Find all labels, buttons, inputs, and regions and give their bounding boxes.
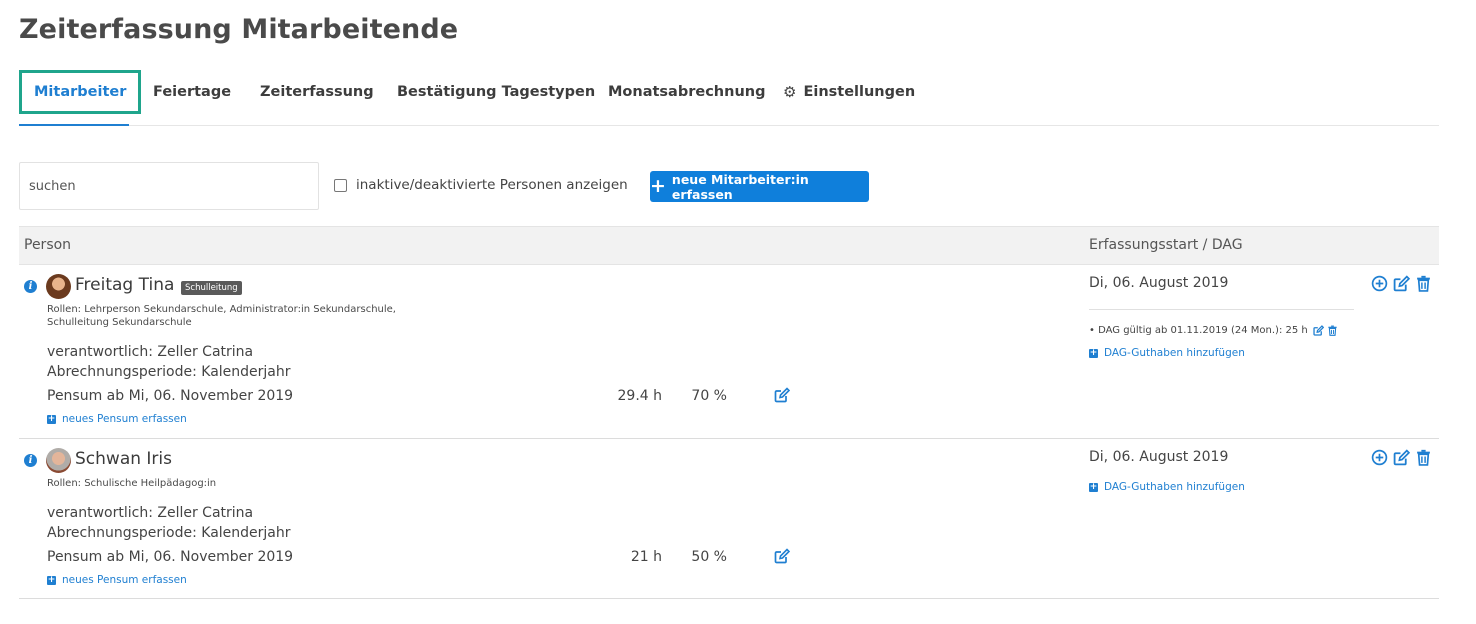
info-icon[interactable]: i (24, 280, 37, 293)
delete-person-icon[interactable] (1415, 275, 1432, 292)
tab-einstellungen[interactable]: ⚙ Einstellungen (783, 70, 915, 114)
tab-zeiterfassung[interactable]: Zeiterfassung (260, 70, 374, 114)
person-name: Freitag Tina (75, 275, 175, 295)
add-pensum-label: neues Pensum erfassen (62, 574, 187, 586)
add-dag-credit-label: DAG-Guthaben hinzufügen (1104, 347, 1245, 359)
inactive-persons-toggle[interactable]: inaktive/deaktivierte Personen anzeigen (334, 177, 628, 193)
add-pensum-link[interactable]: + neues Pensum erfassen (47, 413, 187, 425)
plus-square-icon: + (1089, 347, 1098, 358)
avatar (46, 274, 71, 299)
tab-bestaetigung-tagestypen[interactable]: Bestätigung Tagestypen (397, 70, 595, 114)
person-name: Schwan Iris (75, 449, 172, 469)
column-header-start-dag: Erfassungsstart / DAG (1089, 237, 1243, 253)
responsible-text: verantwortlich: Zeller Catrina (47, 344, 254, 360)
add-employee-button[interactable]: + neue Mitarbeiter:in erfassen (650, 171, 869, 202)
table-row: i Schwan Iris Rollen: Schulische Heilpäd… (19, 439, 1439, 599)
avatar (46, 448, 71, 473)
billing-period-text: Abrechnungsperiode: Kalenderjahr (47, 525, 291, 541)
dag-entry-text: • DAG gültig ab 01.11.2019 (24 Mon.): 25… (1089, 325, 1308, 336)
page-title: Zeiterfassung Mitarbeitende (19, 14, 459, 45)
edit-person-icon[interactable] (1393, 275, 1410, 292)
role-badge: Schulleitung (181, 281, 242, 295)
plus-square-icon: + (1089, 481, 1098, 492)
inactive-checkbox-label: inaktive/deaktivierte Personen anzeigen (356, 177, 628, 193)
tab-mitarbeiter[interactable]: Mitarbeiter (19, 70, 142, 114)
delete-person-icon[interactable] (1415, 449, 1432, 466)
tab-monatsabrechnung[interactable]: Monatsabrechnung (608, 70, 765, 114)
pensum-hours: 21 h (630, 549, 662, 565)
add-pensum-link[interactable]: + neues Pensum erfassen (47, 574, 187, 586)
divider (1089, 309, 1354, 310)
edit-pensum-icon[interactable] (774, 548, 790, 564)
add-circle-icon[interactable] (1371, 275, 1388, 292)
person-roles: Rollen: Schulische Heilpädagog:in (47, 478, 216, 491)
pensum-percent: 50 % (691, 549, 727, 565)
capture-start-date: Di, 06. August 2019 (1089, 449, 1229, 465)
row-actions (1371, 449, 1432, 466)
plus-square-icon: + (47, 574, 56, 585)
add-pensum-label: neues Pensum erfassen (62, 413, 187, 425)
search-input[interactable] (19, 162, 319, 210)
add-dag-credit-link[interactable]: + DAG-Guthaben hinzufügen (1089, 481, 1245, 493)
roles-line: Schulleitung Sekundarschule (47, 316, 192, 328)
tab-bar: Mitarbeiter Feiertage Zeiterfassung Best… (19, 70, 1439, 126)
tab-einstellungen-label: Einstellungen (803, 84, 916, 100)
tab-feiertage[interactable]: Feiertage (153, 70, 231, 114)
billing-period-text: Abrechnungsperiode: Kalenderjahr (47, 364, 291, 380)
roles-line: Rollen: Lehrperson Sekundarschule, Admin… (47, 304, 396, 315)
capture-start-date: Di, 06. August 2019 (1089, 275, 1229, 291)
plus-square-icon: + (47, 413, 56, 424)
roles-line: Rollen: Schulische Heilpädagog:in (47, 478, 217, 489)
row-actions (1371, 275, 1432, 292)
pensum-text: Pensum ab Mi, 06. November 2019 (47, 549, 294, 565)
table-header: Person Erfassungsstart / DAG (19, 226, 1439, 265)
add-circle-icon[interactable] (1371, 449, 1388, 466)
dag-entry: • DAG gültig ab 01.11.2019 (24 Mon.): 25… (1089, 325, 1338, 336)
edit-person-icon[interactable] (1393, 449, 1410, 466)
table-row: i Freitag Tina Schulleitung Rollen: Lehr… (19, 265, 1439, 439)
add-employee-button-label: neue Mitarbeiter:in erfassen (671, 171, 809, 202)
person-roles: Rollen: Lehrperson Sekundarschule, Admin… (47, 304, 396, 329)
add-dag-credit-label: DAG-Guthaben hinzufügen (1104, 481, 1245, 493)
pensum-hours: 29.4 h (617, 388, 663, 404)
plus-icon: + (650, 175, 666, 197)
gear-icon: ⚙ (783, 83, 797, 101)
column-header-person: Person (24, 237, 72, 253)
inactive-checkbox[interactable] (334, 178, 347, 192)
active-tab-underline (19, 124, 129, 126)
edit-dag-icon[interactable] (1313, 325, 1324, 336)
info-icon[interactable]: i (24, 454, 37, 467)
responsible-text: verantwortlich: Zeller Catrina (47, 505, 254, 521)
edit-pensum-icon[interactable] (774, 387, 790, 403)
pensum-percent: 70 % (691, 388, 727, 404)
add-dag-credit-link[interactable]: + DAG-Guthaben hinzufügen (1089, 347, 1245, 359)
delete-dag-icon[interactable] (1327, 325, 1338, 336)
pensum-text: Pensum ab Mi, 06. November 2019 (47, 388, 294, 404)
